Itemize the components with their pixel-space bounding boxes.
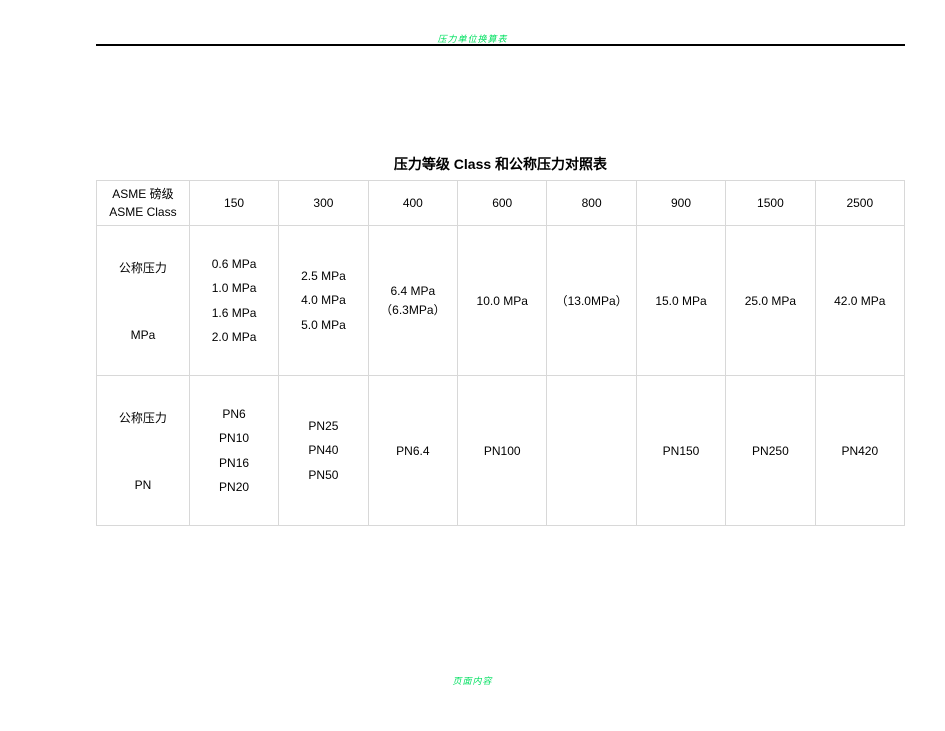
row-pn-label: 公称压力 PN — [97, 376, 190, 526]
cell-pn-800 — [547, 376, 636, 526]
cell-mpa-2500: 42.0 MPa — [815, 226, 904, 376]
header-150: 150 — [189, 181, 278, 226]
cell-pn-600: PN100 — [458, 376, 547, 526]
cell-pn-900: PN150 — [636, 376, 725, 526]
header-900: 900 — [636, 181, 725, 226]
cell-value: PN16 — [219, 456, 249, 470]
row-mpa: 公称压力 MPa 0.6 MPa 1.0 MPa 1.6 MPa 2.0 MPa… — [97, 226, 905, 376]
header-400: 400 — [368, 181, 457, 226]
cell-value: （6.3MPa） — [380, 303, 445, 317]
cell-value: PN10 — [219, 431, 249, 445]
cell-pn-300: PN25 PN40 PN50 — [279, 376, 368, 526]
cell-mpa-900: 15.0 MPa — [636, 226, 725, 376]
cell-pn-1500: PN250 — [726, 376, 815, 526]
cell-value: PN40 — [308, 443, 338, 457]
cell-value: 2.0 MPa — [212, 330, 257, 344]
row-mpa-label-line1: 公称压力 — [119, 259, 167, 276]
header-asme-line1: ASME 磅级 — [112, 185, 173, 203]
cell-value: PN6 — [222, 407, 245, 421]
cell-value: 4.0 MPa — [301, 293, 346, 307]
cell-value: PN20 — [219, 480, 249, 494]
header-2500: 2500 — [815, 181, 904, 226]
cell-mpa-800: （13.0MPa） — [547, 226, 636, 376]
cell-value: 2.5 MPa — [301, 269, 346, 283]
header-1500: 1500 — [726, 181, 815, 226]
header-300: 300 — [279, 181, 368, 226]
header-800: 800 — [547, 181, 636, 226]
cell-mpa-400: 6.4 MPa （6.3MPa） — [368, 226, 457, 376]
cell-value: 1.6 MPa — [212, 306, 257, 320]
row-pn: 公称压力 PN PN6 PN10 PN16 PN20 PN25 PN40 PN5… — [97, 376, 905, 526]
header-asme: ASME 磅级 ASME Class — [97, 181, 190, 226]
cell-mpa-150: 0.6 MPa 1.0 MPa 1.6 MPa 2.0 MPa — [189, 226, 278, 376]
cell-mpa-300: 2.5 MPa 4.0 MPa 5.0 MPa — [279, 226, 368, 376]
cell-value: 1.0 MPa — [212, 281, 257, 295]
row-pn-label-line2: PN — [135, 478, 152, 492]
page-header-rule — [96, 44, 905, 46]
header-600: 600 — [458, 181, 547, 226]
cell-pn-2500: PN420 — [815, 376, 904, 526]
row-mpa-label: 公称压力 MPa — [97, 226, 190, 376]
cell-value: 0.6 MPa — [212, 257, 257, 271]
header-asme-line2: ASME Class — [109, 203, 176, 221]
cell-value: 5.0 MPa — [301, 318, 346, 332]
cell-value: PN25 — [308, 419, 338, 433]
row-pn-label-line1: 公称压力 — [119, 409, 167, 426]
cell-pn-400: PN6.4 — [368, 376, 457, 526]
table-header-row: ASME 磅级 ASME Class 150 300 400 600 800 9… — [97, 181, 905, 226]
row-mpa-label-line2: MPa — [131, 328, 156, 342]
cell-value: 6.4 MPa — [390, 284, 435, 298]
cell-value: PN50 — [308, 468, 338, 482]
cell-mpa-600: 10.0 MPa — [458, 226, 547, 376]
pressure-class-table: ASME 磅级 ASME Class 150 300 400 600 800 9… — [96, 180, 905, 526]
cell-mpa-1500: 25.0 MPa — [726, 226, 815, 376]
content-area: 压力等级 Class 和公称压力对照表 ASME 磅级 ASME Class 1… — [96, 154, 905, 526]
table-title: 压力等级 Class 和公称压力对照表 — [96, 154, 905, 174]
page-footer-text: 页面内容 — [0, 674, 945, 687]
cell-pn-150: PN6 PN10 PN16 PN20 — [189, 376, 278, 526]
